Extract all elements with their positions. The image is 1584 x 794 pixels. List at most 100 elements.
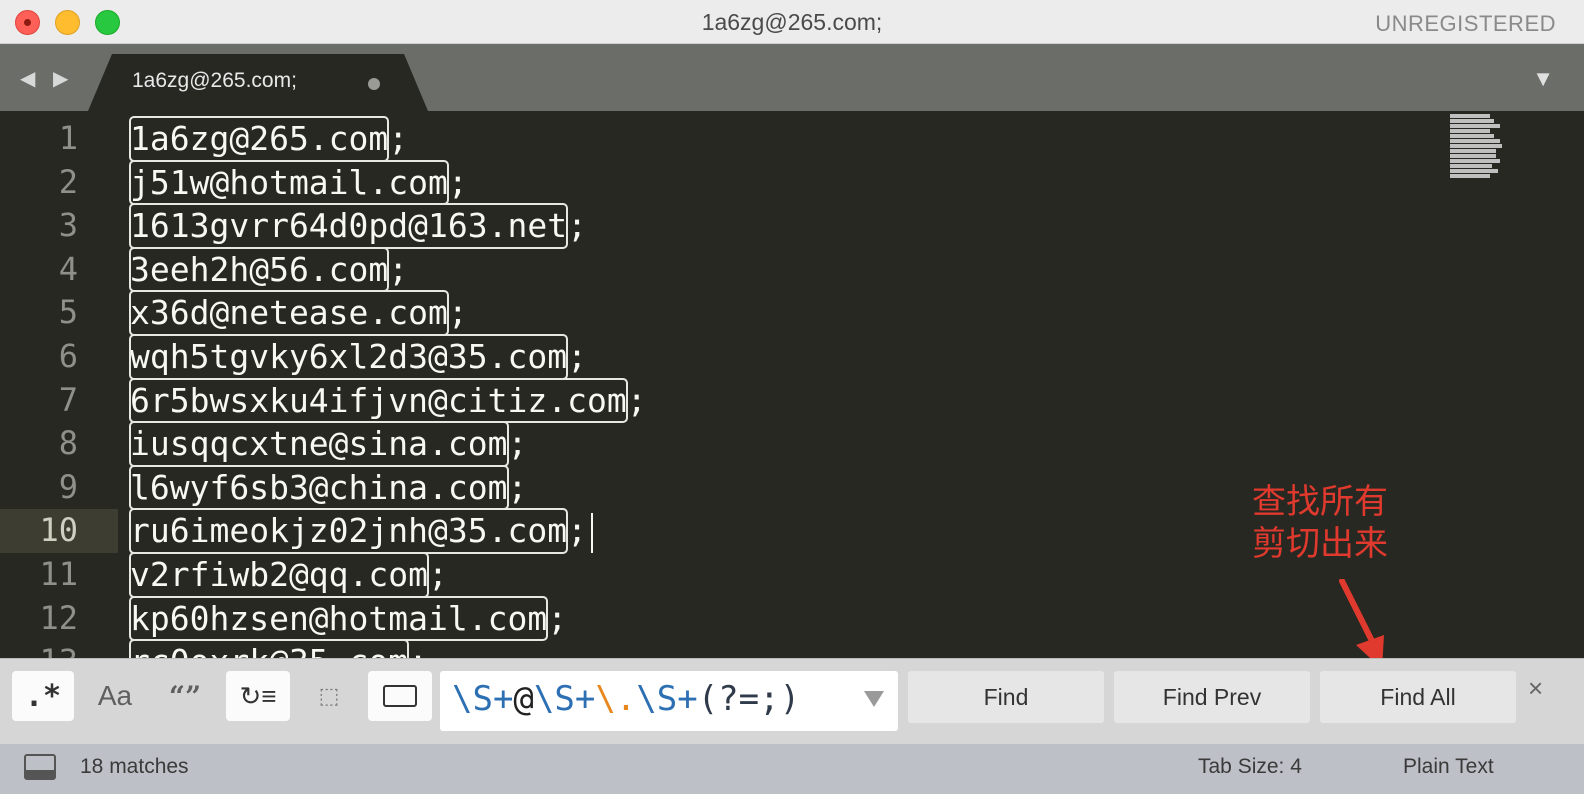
query-part: \S+	[452, 679, 514, 719]
line-rest: ;	[567, 511, 587, 551]
line-text[interactable]: 1613gvrr64d0pd@163.net;	[128, 203, 587, 249]
regex-match: kp60hzsen@hotmail.com	[128, 595, 549, 642]
text-caret	[590, 512, 593, 553]
syntax-selector[interactable]: Plain Text	[1403, 755, 1494, 779]
line-number: 6	[58, 337, 78, 375]
highlight-matches-toggle-button[interactable]	[368, 671, 432, 721]
case-sensitive-toggle-button[interactable]: Aa	[86, 671, 144, 721]
tab-label: 1a6zg@265.com;	[132, 69, 297, 92]
line-number: 11	[39, 555, 78, 593]
tab-file[interactable]: 1a6zg@265.com;	[88, 54, 428, 111]
line-text[interactable]: rc0oxrk@35.com;	[128, 639, 428, 658]
close-find-panel-icon[interactable]: ×	[1528, 673, 1543, 704]
tab-menu-chevron-icon[interactable]: ▼	[1532, 66, 1554, 92]
unregistered-label: UNREGISTERED	[1375, 11, 1556, 36]
line-number: 13	[0, 640, 118, 658]
regex-match: 6r5bwsxku4ifjvn@citiz.com	[129, 377, 628, 424]
code-line[interactable]: 1 1a6zg@265.com;	[0, 116, 1584, 162]
line-number: 5	[58, 293, 78, 332]
tab-nav-arrows-icon[interactable]: ◀ ▶	[20, 66, 74, 91]
line-number: 10	[0, 509, 118, 553]
whole-word-toggle-button[interactable]: “”	[156, 671, 214, 721]
code-line[interactable]: 3 1613gvrr64d0pd@163.net;	[0, 203, 1584, 249]
find-history-dropdown-icon[interactable]	[864, 691, 884, 707]
code-line[interactable]: 8 iusqqcxtne@sina.com;	[0, 421, 1584, 467]
title-bar: 1a6zg@265.com; UNREGISTERED	[0, 0, 1584, 44]
line-text[interactable]: wqh5tgvky6xl2d3@35.com;	[128, 334, 587, 380]
line-rest: ;	[547, 598, 568, 638]
regex-match: 1613gvrr64d0pd@163.net	[128, 203, 569, 249]
tab-size-selector[interactable]: Tab Size: 4	[1198, 755, 1302, 779]
regex-toggle-button[interactable]: .*	[12, 671, 74, 721]
line-rest: ;	[567, 206, 587, 246]
find-panel: .* Aa “” ↻≡ ⬚ \S+@\S+\.\S+(?=;) Find Fin…	[0, 658, 1584, 744]
regex-match: wqh5tgvky6xl2d3@35.com	[128, 334, 569, 380]
find-all-button[interactable]: Find All	[1320, 671, 1516, 723]
line-text[interactable]: 1a6zg@265.com;	[128, 116, 409, 162]
line-rest: ;	[507, 424, 528, 464]
line-number: 8	[58, 424, 78, 463]
line-number: 4	[58, 249, 78, 288]
in-selection-toggle-button[interactable]: ⬚	[300, 671, 358, 721]
line-number: 1	[58, 119, 78, 157]
query-part: \S+	[533, 679, 596, 719]
line-text[interactable]: iusqqcxtne@sina.com;	[129, 421, 528, 467]
line-text[interactable]: l6wyf6sb3@china.com;	[129, 464, 528, 511]
annotation-arrow-icon	[1339, 579, 1384, 658]
highlight-box-icon	[383, 685, 417, 707]
minimap[interactable]	[1450, 114, 1502, 184]
line-text[interactable]: 6r5bwsxku4ifjvn@citiz.com;	[129, 377, 647, 424]
regex-match: 1a6zg@265.com	[128, 116, 390, 162]
line-text[interactable]: kp60hzsen@hotmail.com;	[128, 595, 568, 642]
unsaved-dot-icon[interactable]	[368, 78, 380, 90]
line-rest: ;	[447, 162, 468, 202]
regex-match: iusqqcxtne@sina.com	[129, 421, 509, 467]
window-title: 1a6zg@265.com;	[701, 9, 883, 35]
line-text[interactable]: j51w@hotmail.com;	[129, 159, 468, 206]
regex-match: 3eeh2h@56.com	[128, 246, 390, 293]
line-number: 2	[58, 162, 78, 201]
query-part: @	[513, 679, 534, 719]
query-part: \.	[595, 679, 637, 719]
regex-match: j51w@hotmail.com	[129, 159, 449, 206]
match-count: 18 matches	[80, 755, 189, 778]
line-rest: ;	[626, 380, 647, 420]
line-number: 7	[58, 380, 78, 419]
regex-match: l6wyf6sb3@china.com	[129, 464, 509, 511]
status-bar: 18 matches Tab Size: 4 Plain Text	[0, 744, 1584, 794]
annotation-text: 查找所有 剪切出来	[1252, 481, 1432, 565]
regex-match: rc0oxrk@35.com	[128, 639, 410, 658]
editor-window: 1a6zg@265.com; UNREGISTERED ◀ ▶ 1a6zg@26…	[0, 0, 1584, 794]
line-text[interactable]: x36d@netease.com;	[129, 290, 468, 336]
line-rest: ;	[388, 119, 409, 158]
code-line[interactable]: 4 3eeh2h@56.com;	[0, 246, 1584, 293]
line-text[interactable]: 3eeh2h@56.com;	[128, 246, 409, 293]
line-number: 3	[58, 206, 78, 245]
line-rest: ;	[447, 293, 468, 333]
find-prev-button[interactable]: Find Prev	[1114, 671, 1310, 723]
code-line[interactable]: 6 wqh5tgvky6xl2d3@35.com;	[0, 334, 1584, 380]
code-line[interactable]: 5 x36d@netease.com;	[0, 290, 1584, 336]
line-rest: ;	[408, 642, 428, 658]
annotation-line-1: 查找所有	[1252, 482, 1388, 522]
line-rest: ;	[507, 467, 528, 507]
tab-bar: ◀ ▶ 1a6zg@265.com; ▼	[0, 44, 1584, 111]
code-line[interactable]: 2 j51w@hotmail.com;	[0, 159, 1584, 206]
line-number: 9	[58, 467, 78, 506]
code-line[interactable]: 7 6r5bwsxku4ifjvn@citiz.com;	[0, 377, 1584, 424]
line-rest: ;	[428, 555, 448, 594]
line-rest: ;	[388, 249, 409, 289]
panel-toggle-icon[interactable]	[24, 754, 56, 780]
wrap-toggle-button[interactable]: ↻≡	[226, 671, 290, 721]
find-button[interactable]: Find	[908, 671, 1104, 723]
line-text[interactable]: v2rfiwb2@qq.com;	[128, 552, 448, 598]
text-editor[interactable]: 1 1a6zg@265.com; 2 j51w@hotmail.com; 3 1613gv…	[0, 111, 1584, 658]
query-part: \S+	[636, 679, 698, 719]
find-input[interactable]: \S+@\S+\.\S+(?=;)	[440, 671, 898, 731]
regex-match: v2rfiwb2@qq.com	[128, 552, 430, 598]
line-number: 12	[39, 598, 78, 637]
line-text[interactable]: ru6imeokjz02jnh@35.com;	[128, 508, 593, 554]
regex-match: ru6imeokjz02jnh@35.com	[128, 508, 569, 554]
regex-match: x36d@netease.com	[129, 290, 449, 336]
annotation-line-2: 剪切出来	[1252, 524, 1388, 564]
